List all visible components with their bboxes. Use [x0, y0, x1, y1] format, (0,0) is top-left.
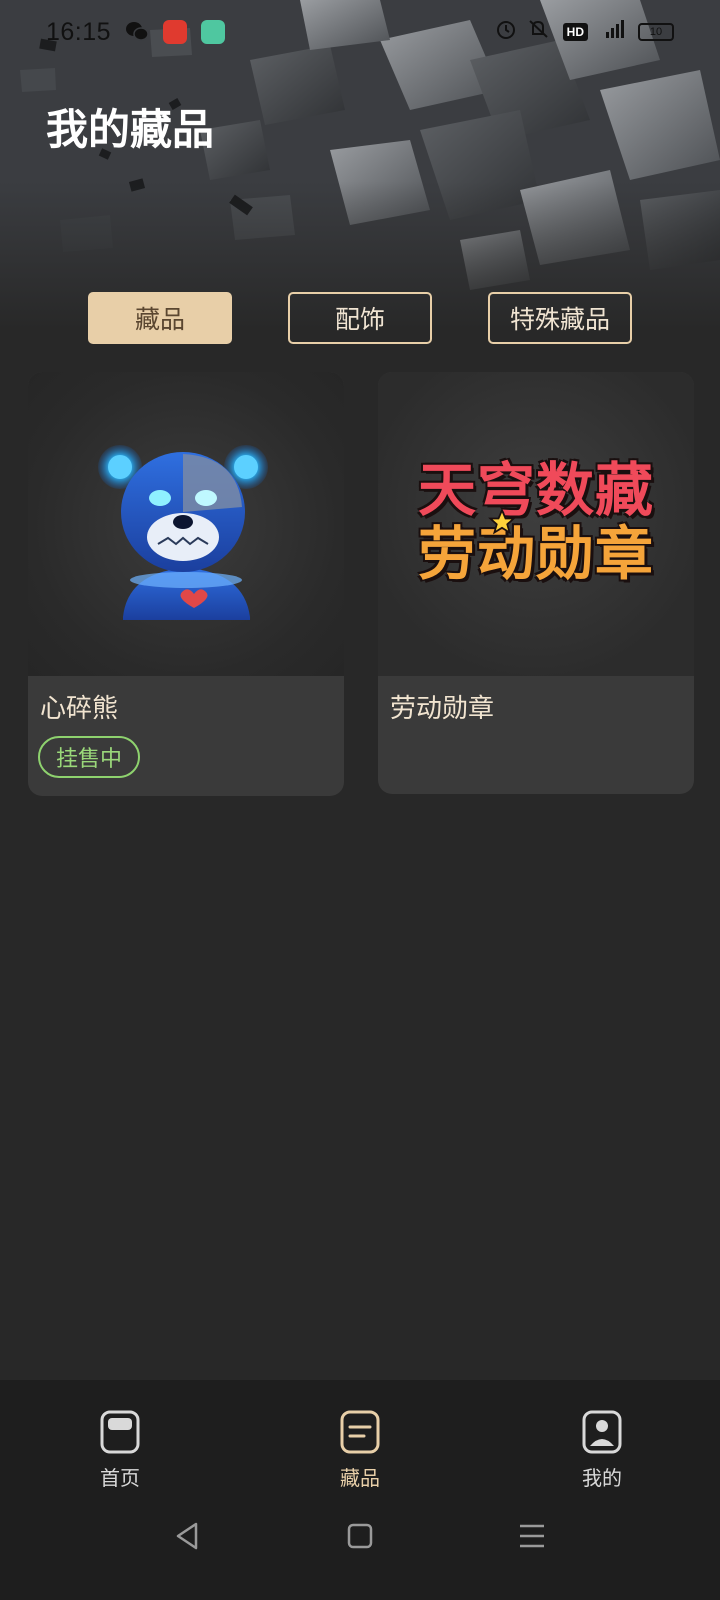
- nav-collection[interactable]: 藏品: [300, 1410, 420, 1500]
- bottom-navigation: 首页 藏品 我的: [0, 1380, 720, 1600]
- system-navigation-bar: [0, 1500, 720, 1580]
- status-badge-listed: 挂售中: [38, 736, 141, 778]
- star-icon: [488, 508, 516, 535]
- home-square-icon[interactable]: [340, 1516, 380, 1556]
- status-bar: 16:15 HD 10: [0, 0, 720, 64]
- hd-icon: HD: [562, 23, 588, 41]
- medal-line-2: 劳动勋章: [417, 520, 654, 588]
- status-time: 16:15: [46, 17, 112, 46]
- collection-card[interactable]: 心碎熊 挂售中: [28, 372, 344, 796]
- collection-tabs: 藏品 配饰 特殊藏品: [88, 292, 632, 344]
- collectible-name: 劳动勋章: [390, 694, 495, 724]
- app-screen: 16:15 HD 10 我的藏品 藏品 配饰 特殊藏品 心碎熊 挂售中 天穹数藏…: [0, 0, 720, 1600]
- nav-label: 首页: [100, 1466, 140, 1490]
- nav-label: 藏品: [340, 1466, 380, 1490]
- menu-icon[interactable]: [512, 1516, 552, 1556]
- profile-icon: [582, 1410, 622, 1454]
- collectible-image: 天穹数藏 劳动勋章: [378, 372, 694, 676]
- nav-home[interactable]: 首页: [60, 1410, 180, 1500]
- collection-icon: [340, 1410, 380, 1454]
- home-icon: [100, 1410, 140, 1454]
- nav-label: 我的: [582, 1466, 622, 1490]
- collectible-image: [28, 372, 344, 676]
- back-icon[interactable]: [168, 1516, 208, 1556]
- nav-profile[interactable]: 我的: [542, 1410, 662, 1500]
- medal-line-1: 天穹数藏: [417, 456, 654, 524]
- page-title: 我的藏品: [46, 105, 215, 154]
- tab-special-collectibles[interactable]: 特殊藏品: [488, 292, 632, 344]
- wechat-icon: [125, 20, 149, 45]
- book-app-icon: [201, 20, 226, 44]
- tab-accessories[interactable]: 配饰: [288, 292, 432, 344]
- mute-icon: [527, 18, 553, 46]
- collectible-name: 心碎熊: [40, 694, 119, 724]
- robot-bear-illustration: [98, 445, 268, 620]
- tab-collectibles[interactable]: 藏品: [88, 292, 232, 344]
- battery-icon: 10: [638, 23, 674, 41]
- medal-badge-art: 天穹数藏 劳动勋章: [378, 458, 694, 586]
- alarm-icon: [495, 18, 517, 46]
- collection-card[interactable]: 天穹数藏 劳动勋章 劳动勋章: [378, 372, 694, 794]
- signal-icon: [598, 18, 628, 46]
- news-app-icon: [163, 20, 188, 44]
